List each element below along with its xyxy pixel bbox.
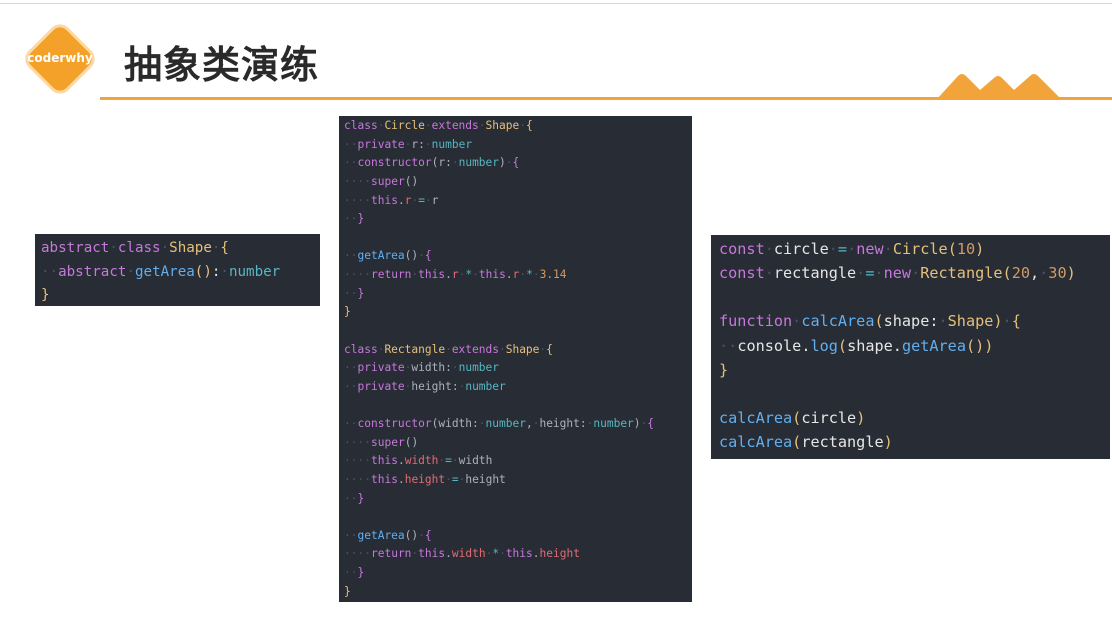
code-line: ····return·this.width·*·this.height xyxy=(344,547,580,561)
code-line: ··private·width:·number xyxy=(344,361,500,375)
code-block-calc-area: const·circle·=·new·Circle(10) const·recta… xyxy=(711,235,1110,459)
code-line: ··console.log(shape.getArea()) xyxy=(719,336,994,355)
code-line: const·circle·=·new·Circle(10) xyxy=(719,240,985,258)
code-line: ··} xyxy=(344,286,365,300)
code-line: ··private·height:·number xyxy=(344,379,506,393)
code-line: ··constructor(r:·number)·{ xyxy=(344,156,520,170)
code-line: ··getArea()·{ xyxy=(344,528,432,542)
code-line: class·Rectangle·extends·Shape·{ xyxy=(344,342,553,356)
code-line: ····super() xyxy=(344,174,419,188)
code-line: ····this.height·=·height xyxy=(344,472,506,486)
code-line: } xyxy=(719,360,729,379)
code-line: class·Circle·extends·Shape·{ xyxy=(344,119,533,132)
code-line: ··} xyxy=(344,491,365,505)
logo-text: coderwhy xyxy=(27,51,93,65)
code-line: ····this.r·=·r xyxy=(344,193,439,207)
code-line: ··getArea()·{ xyxy=(344,249,432,263)
code-line: ····this.width·=·width xyxy=(344,454,493,468)
code-line: } xyxy=(41,287,50,303)
code-line: ··} xyxy=(344,212,365,226)
code-line: calcArea(circle) xyxy=(719,409,866,428)
code-line: function·calcArea(shape:·Shape)·{ xyxy=(719,312,1021,331)
code-line: } xyxy=(344,305,351,319)
code-line: } xyxy=(344,584,351,598)
code-block-abstract-shape: abstract·class·Shape·{ ··abstract·getArea… xyxy=(35,234,320,306)
code-line: ····super() xyxy=(344,435,419,449)
top-border xyxy=(0,3,1112,4)
mountain-decoration-icon xyxy=(936,74,1062,100)
code-line: ··} xyxy=(344,566,365,579)
page-title: 抽象类演练 xyxy=(124,43,320,87)
code-line: ··constructor(width:·number,·height:·num… xyxy=(344,417,655,430)
code-block-circle-rectangle: class·Circle·extends·Shape·{ ··private·r:… xyxy=(339,116,692,602)
code-line: ··private·r:·number xyxy=(344,137,473,151)
code-line: calcArea(rectangle) xyxy=(719,433,893,452)
code-line: abstract·class·Shape·{ xyxy=(41,240,229,256)
code-line: const·rectangle·=·new·Rectangle(20,·30) xyxy=(719,264,1076,283)
code-line: ··abstract·getArea():·number xyxy=(41,263,281,280)
code-line: ····return·this.r·*·this.r·*·3.14 xyxy=(344,268,567,281)
